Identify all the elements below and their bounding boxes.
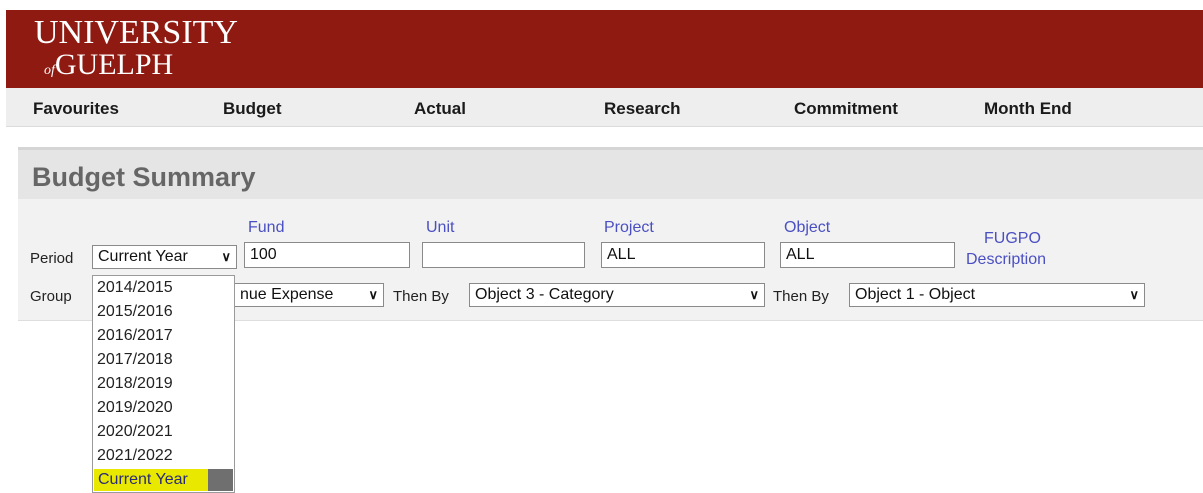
fund-link[interactable]: Fund xyxy=(248,219,284,237)
fund-input[interactable]: 100 xyxy=(244,242,410,268)
then-by-label-2: Then By xyxy=(773,288,829,305)
object-input[interactable]: ALL xyxy=(780,242,955,268)
period-select[interactable]: Current Year ∨ xyxy=(92,245,237,269)
period-option-2017-2018[interactable]: 2017/2018 xyxy=(97,348,173,372)
period-option-2016-2017[interactable]: 2016/2017 xyxy=(97,324,173,348)
nav-research[interactable]: Research xyxy=(604,99,681,119)
unit-link[interactable]: Unit xyxy=(426,219,454,237)
nav-actual[interactable]: Actual xyxy=(414,99,466,119)
period-option-2015-2016[interactable]: 2015/2016 xyxy=(97,300,173,324)
main-nav: Favourites Budget Actual Research Commit… xyxy=(6,88,1203,127)
nav-commitment[interactable]: Commitment xyxy=(794,99,898,119)
nav-budget[interactable]: Budget xyxy=(223,99,282,119)
period-label: Period xyxy=(30,250,74,267)
page-title: Budget Summary xyxy=(32,162,256,192)
group-label: Group xyxy=(30,288,72,305)
chevron-down-icon: ∨ xyxy=(221,249,231,264)
then-by-label-1: Then By xyxy=(393,288,449,305)
then-by-select-1[interactable]: Object 3 - Category ∨ xyxy=(469,283,765,307)
object-link[interactable]: Object xyxy=(784,219,830,237)
university-logo[interactable]: UNIVERSITY ofGUELPH xyxy=(34,16,238,86)
project-link[interactable]: Project xyxy=(604,219,654,237)
group-select-value: nue Expense xyxy=(240,286,334,303)
then-by-select-2-value: Object 1 - Object xyxy=(855,286,976,303)
period-select-value: Current Year xyxy=(98,248,188,265)
fugpo-link[interactable]: FUGPO xyxy=(984,230,1041,248)
chevron-down-icon: ∨ xyxy=(1129,287,1139,302)
period-option-current-year-label: Current Year xyxy=(98,471,188,488)
period-option-2014-2015[interactable]: 2014/2015 xyxy=(97,276,173,300)
period-dropdown-list: 2014/2015 2015/2016 2016/2017 2017/2018 … xyxy=(92,275,235,493)
chevron-down-icon: ∨ xyxy=(749,287,759,302)
then-by-select-2[interactable]: Object 1 - Object ∨ xyxy=(849,283,1145,307)
description-link[interactable]: Description xyxy=(966,251,1046,269)
logo-guelph: ofGUELPH xyxy=(44,50,238,86)
then-by-select-1-value: Object 3 - Category xyxy=(475,286,614,303)
logo-of: of xyxy=(44,63,55,78)
unit-input[interactable] xyxy=(422,242,585,268)
project-input[interactable]: ALL xyxy=(601,242,765,268)
logo-university: UNIVERSITY xyxy=(34,14,238,51)
chevron-down-icon: ∨ xyxy=(368,287,378,302)
header-banner: UNIVERSITY ofGUELPH xyxy=(6,10,1203,88)
period-option-2018-2019[interactable]: 2018/2019 xyxy=(97,372,173,396)
page-title-bar: Budget Summary xyxy=(18,147,1203,202)
period-option-2021-2022[interactable]: 2021/2022 xyxy=(97,444,173,468)
nav-month-end[interactable]: Month End xyxy=(984,99,1072,119)
period-option-2020-2021[interactable]: 2020/2021 xyxy=(97,420,173,444)
nav-favourites[interactable]: Favourites xyxy=(33,99,119,119)
period-option-2019-2020[interactable]: 2019/2020 xyxy=(97,396,173,420)
logo-guelph-text: GUELPH xyxy=(54,48,174,81)
period-option-current-year[interactable]: Current Year xyxy=(94,469,233,491)
